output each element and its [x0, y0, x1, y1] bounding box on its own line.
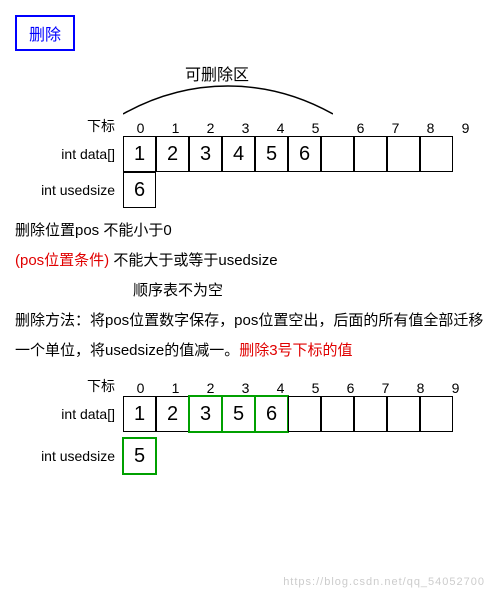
data-cell	[387, 396, 420, 432]
brace-icon	[123, 81, 333, 116]
data-cell	[321, 136, 354, 172]
usedsize-cell-green: 5	[123, 438, 156, 474]
idx-cell: 1	[158, 380, 193, 396]
data-cell	[321, 396, 354, 432]
watermark: https://blog.csdn.net/qq_54052700	[283, 576, 485, 588]
idx-cell: 8	[413, 120, 448, 136]
data-cell	[288, 396, 321, 432]
data-cell	[354, 136, 387, 172]
idx-cell: 7	[368, 380, 403, 396]
data-cell: 1	[123, 396, 156, 432]
idx-cell: 0	[123, 380, 158, 396]
idx-cell: 2	[193, 380, 228, 396]
data-row-after: int data[] 1 2 3 5 6	[15, 396, 453, 432]
title-text: 删除	[29, 27, 61, 44]
data-cell-green: 5	[222, 396, 255, 432]
diagram-before: 可删除区 下标 0 1 2 3 4 5 6 7 8 9 int data[] 1…	[15, 61, 485, 201]
data-label: int data[]	[15, 146, 123, 162]
data-cell: 2	[156, 396, 189, 432]
data-cell	[420, 396, 453, 432]
idx-cell: 2	[193, 120, 228, 136]
diagram-after: 下标 0 1 2 3 4 5 6 7 8 9 int data[] 1 2 3 …	[15, 376, 485, 486]
data-cell: 6	[288, 136, 321, 172]
index-label: 下标	[15, 376, 123, 396]
method-text: 删除方法：将pos位置数字保存，pos位置空出，后面的所有值全部迁移一个单位，将…	[15, 306, 485, 366]
usedsize-label: int usedsize	[15, 448, 123, 464]
rules-block: 删除位置pos 不能小于0 (pos位置条件) 不能大于或等于usedsize …	[15, 216, 485, 366]
data-cell-green: 6	[255, 396, 288, 432]
data-cell-green: 3	[189, 396, 222, 432]
usedsize-label: int usedsize	[15, 182, 123, 198]
idx-cell: 9	[448, 120, 483, 136]
data-cell: 3	[189, 136, 222, 172]
data-cell: 4	[222, 136, 255, 172]
idx-cell: 4	[263, 380, 298, 396]
title-box: 删除	[15, 15, 75, 51]
usedsize-row-after: int usedsize 5	[15, 438, 156, 474]
red-note: 删除3号下标的值	[239, 342, 352, 359]
idx-cell: 5	[298, 380, 333, 396]
data-cell	[354, 396, 387, 432]
idx-cell: 3	[228, 380, 263, 396]
usedsize-cell: 6	[123, 172, 156, 208]
idx-cell: 8	[403, 380, 438, 396]
index-row-before: 下标 0 1 2 3 4 5 6 7 8 9	[15, 116, 483, 136]
data-cell	[387, 136, 420, 172]
idx-cell: 3	[228, 120, 263, 136]
idx-cell: 4	[263, 120, 298, 136]
data-label: int data[]	[15, 406, 123, 422]
rule-line: 顺序表不为空	[15, 276, 485, 306]
cond-label: (pos位置条件)	[15, 252, 109, 269]
data-cell	[420, 136, 453, 172]
usedsize-row-before: int usedsize 6	[15, 172, 156, 208]
idx-cell: 6	[343, 120, 378, 136]
data-cell: 5	[255, 136, 288, 172]
rule-line: (pos位置条件) 不能大于或等于usedsize	[15, 246, 485, 276]
idx-cell: 6	[333, 380, 368, 396]
idx-cell: 9	[438, 380, 473, 396]
index-row-after: 下标 0 1 2 3 4 5 6 7 8 9	[15, 376, 473, 396]
idx-cell: 7	[378, 120, 413, 136]
index-label: 下标	[15, 116, 123, 136]
rule-line: 删除位置pos 不能小于0	[15, 216, 485, 246]
rule-text: 不能大于或等于usedsize	[113, 252, 277, 269]
data-row-before: int data[] 1 2 3 4 5 6	[15, 136, 453, 172]
rule-text: 顺序表不为空	[133, 282, 223, 299]
idx-cell: 0	[123, 120, 158, 136]
data-cell: 2	[156, 136, 189, 172]
data-cell: 1	[123, 136, 156, 172]
idx-cell: 1	[158, 120, 193, 136]
idx-cell: 5	[298, 120, 333, 136]
